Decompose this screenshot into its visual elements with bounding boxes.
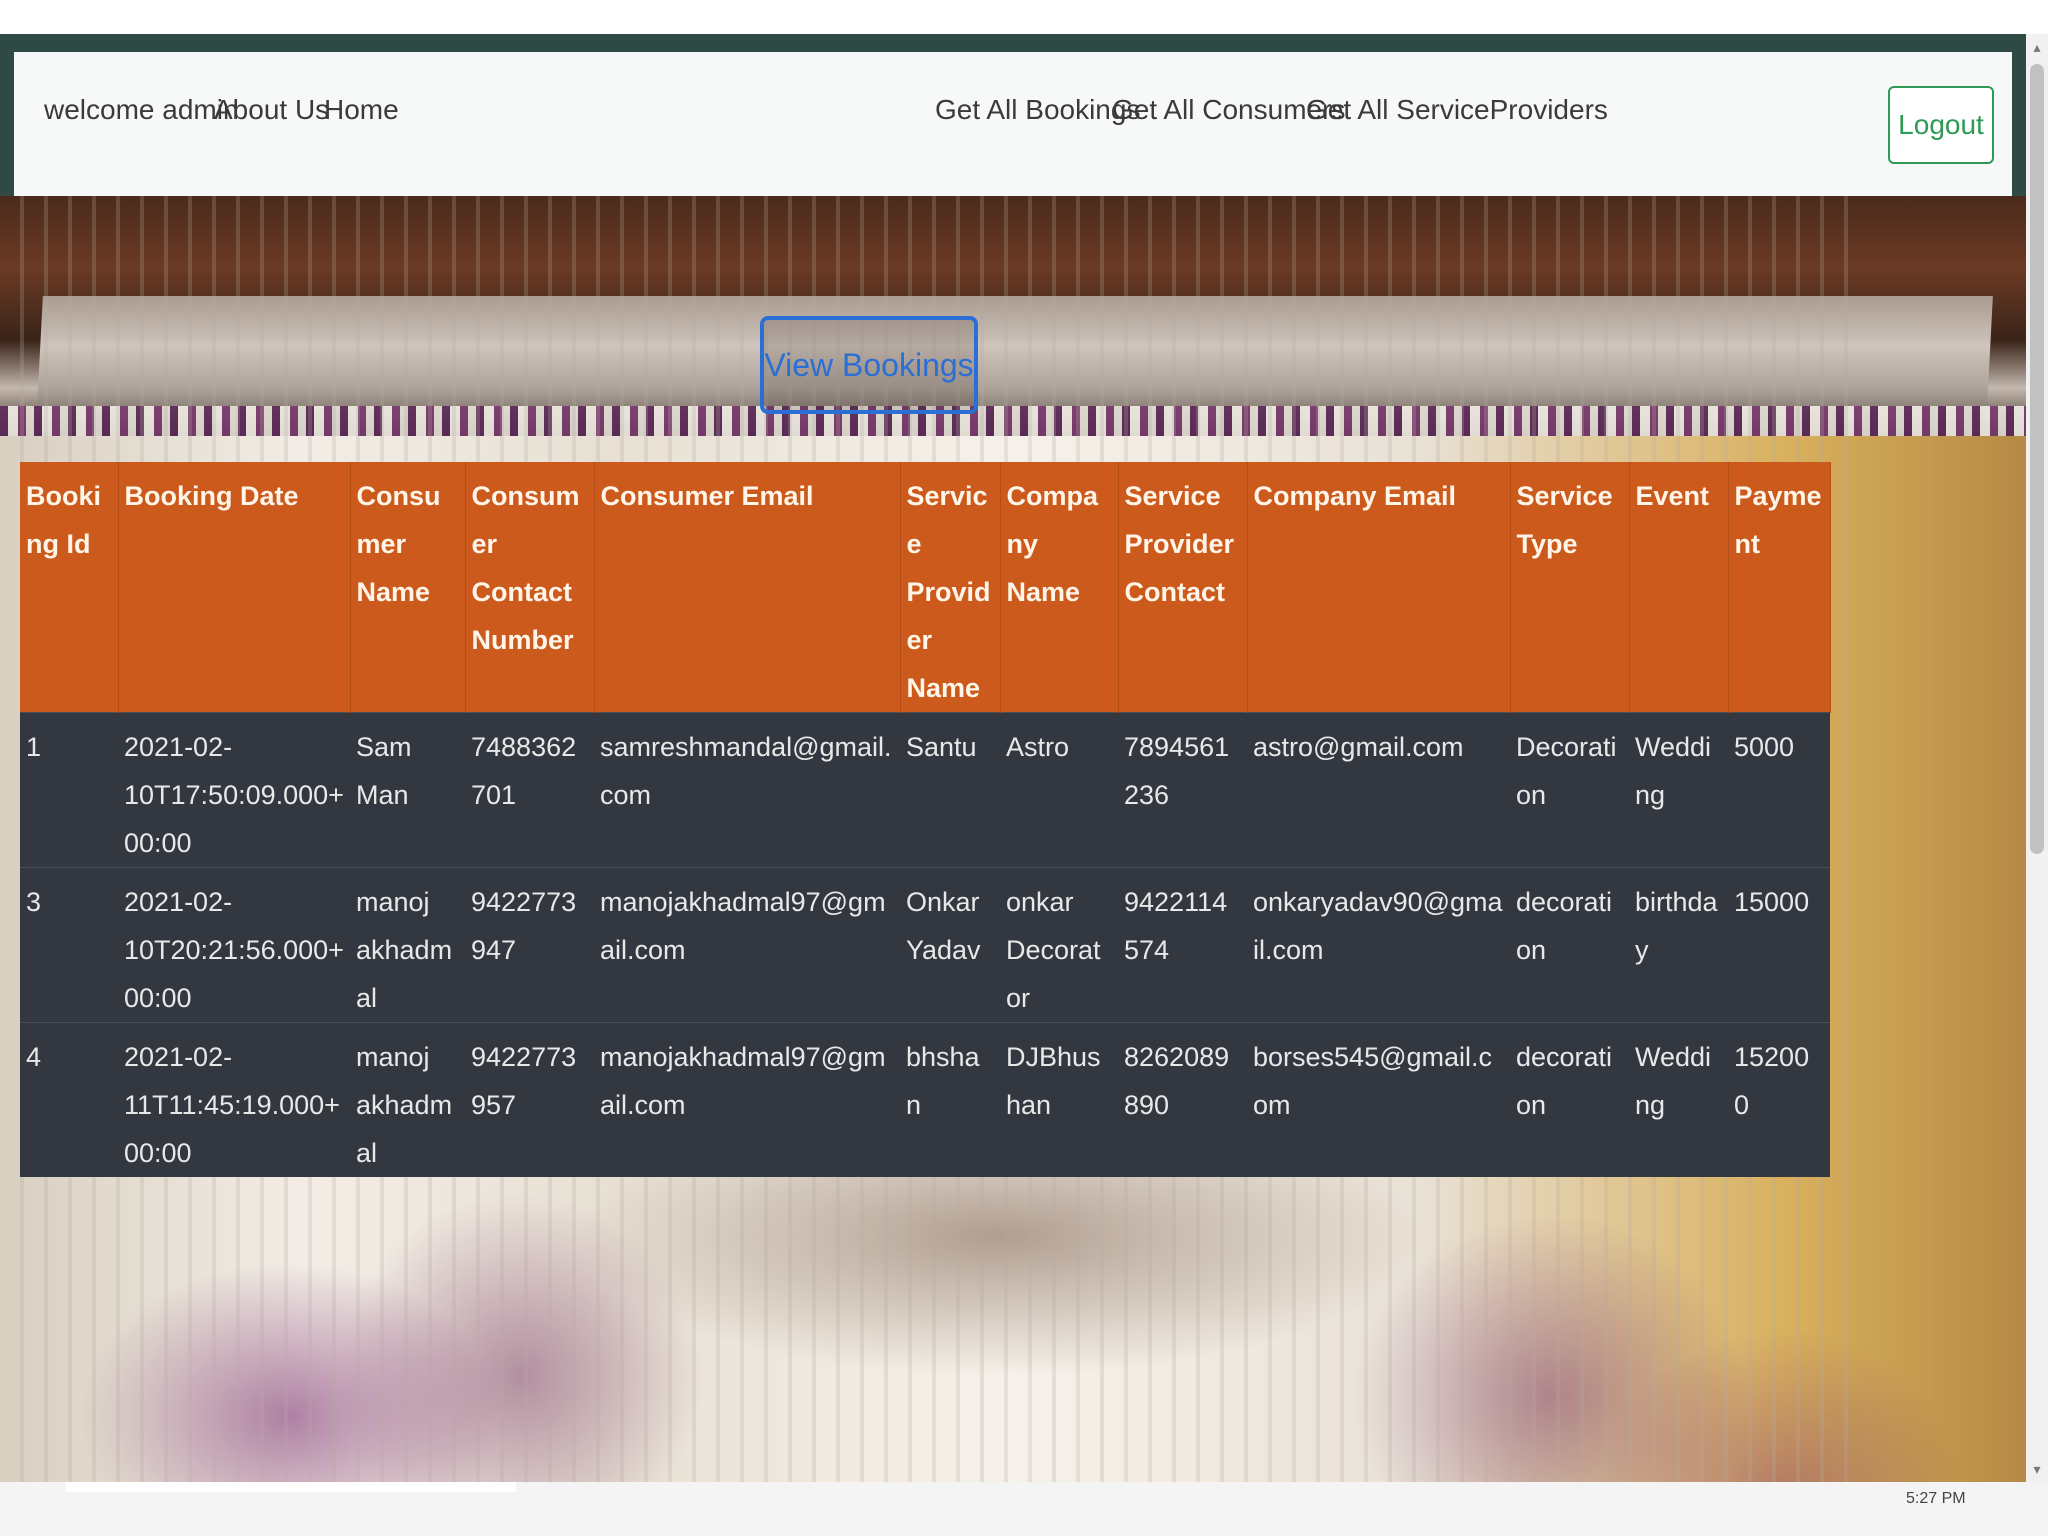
column-header: Consumer Email	[594, 462, 901, 713]
table-row: 4 2021-02-11T11:45:19.000+00:00 manoj ak…	[20, 1022, 1830, 1177]
nav-about-link[interactable]: About Us	[214, 94, 329, 126]
column-header: Service Type	[1510, 462, 1630, 713]
logout-button[interactable]: Logout	[1888, 86, 1994, 164]
table-cell: Astro	[1000, 712, 1118, 868]
taskbar-clock: 5:27 PM	[1906, 1490, 1966, 1507]
table-cell: birthday	[1629, 867, 1728, 1023]
table-cell: 9422773957	[465, 1022, 594, 1177]
table-cell: 7894561236	[1118, 712, 1247, 868]
table-cell: samreshmandal@gmail.com	[594, 712, 900, 868]
table-cell: 2021-02-11T11:45:19.000+00:00	[118, 1022, 350, 1177]
table-cell: 2021-02-10T17:50:09.000+00:00	[118, 712, 350, 868]
column-header: Booking Id	[20, 462, 119, 713]
column-header: Booking Date	[118, 462, 351, 713]
table-cell: 7488362701	[465, 712, 594, 868]
table-cell: DJBhushan	[1000, 1022, 1118, 1177]
table-cell: bhshan	[900, 1022, 1000, 1177]
table-row: 1 2021-02-10T17:50:09.000+00:00 Sam Man …	[20, 712, 1830, 868]
scroll-down-icon[interactable]: ▾	[2030, 1462, 2044, 1476]
table-cell: 9422114574	[1118, 867, 1247, 1023]
nav-get-all-serviceproviders[interactable]: Get All ServiceProviders	[1306, 94, 1608, 126]
table-cell: manojakhadmal97@gmail.com	[594, 867, 900, 1023]
vertical-scrollbar[interactable]: ▴ ▾	[2026, 34, 2048, 1482]
table-cell: manojakhadmal97@gmail.com	[594, 1022, 900, 1177]
table-cell: decoration	[1510, 1022, 1629, 1177]
table-cell: 152000	[1728, 1022, 1830, 1177]
os-taskbar: 5:27 PM	[0, 1482, 2048, 1536]
table-row: 3 2021-02-10T20:21:56.000+00:00 manoj ak…	[20, 867, 1830, 1023]
table-cell: 9422773947	[465, 867, 594, 1023]
table-cell: decoration	[1510, 867, 1629, 1023]
scrollbar-thumb[interactable]	[2030, 64, 2044, 854]
table-cell: Santu	[900, 712, 1000, 868]
table-cell: 15000	[1728, 867, 1830, 1023]
table-cell: 5000	[1728, 712, 1830, 868]
column-header: Payment	[1728, 462, 1831, 713]
navbar: welcome admin About Us Home Get All Book…	[14, 52, 2012, 196]
table-cell: 3	[20, 867, 118, 1023]
view-bookings-button[interactable]: View Bookings	[760, 316, 978, 414]
table-cell: manoj akhadmal	[350, 1022, 465, 1177]
table-cell: Wedding	[1629, 712, 1728, 868]
table-cell: Sam Man	[350, 712, 465, 868]
table-cell: borses545@gmail.com	[1247, 1022, 1510, 1177]
welcome-text: welcome admin	[44, 94, 239, 125]
scroll-up-icon[interactable]: ▴	[2030, 40, 2044, 54]
column-header: Service Provider Contact	[1118, 462, 1248, 713]
table-cell: Onkar Yadav	[900, 867, 1000, 1023]
taskbar-strip	[66, 1482, 516, 1492]
table-cell: 1	[20, 712, 118, 868]
table-cell: Wedding	[1629, 1022, 1728, 1177]
nav-get-all-bookings[interactable]: Get All Bookings	[935, 94, 1140, 126]
bookings-table: Booking Id Booking Date Consumer Name Co…	[20, 462, 1831, 1177]
table-cell: Decoration	[1510, 712, 1629, 868]
table-cell: 8262089890	[1118, 1022, 1247, 1177]
column-header: Consumer Contact Number	[465, 462, 595, 713]
table-cell: astro@gmail.com	[1247, 712, 1510, 868]
column-header: Company Email	[1247, 462, 1511, 713]
column-header: Consumer Name	[350, 462, 466, 713]
nav-home-link[interactable]: Home	[324, 94, 399, 126]
table-cell: manoj akhadmal	[350, 867, 465, 1023]
column-header: Event	[1629, 462, 1729, 713]
table-cell: onkar Decorator	[1000, 867, 1118, 1023]
table-cell: 4	[20, 1022, 118, 1177]
column-header: Service Provider Name	[900, 462, 1001, 713]
column-header: Company Name	[1000, 462, 1119, 713]
table-cell: onkaryadav90@gmail.com	[1247, 867, 1510, 1023]
table-header-row: Booking Id Booking Date Consumer Name Co…	[20, 462, 1831, 713]
table-cell: 2021-02-10T20:21:56.000+00:00	[118, 867, 350, 1023]
